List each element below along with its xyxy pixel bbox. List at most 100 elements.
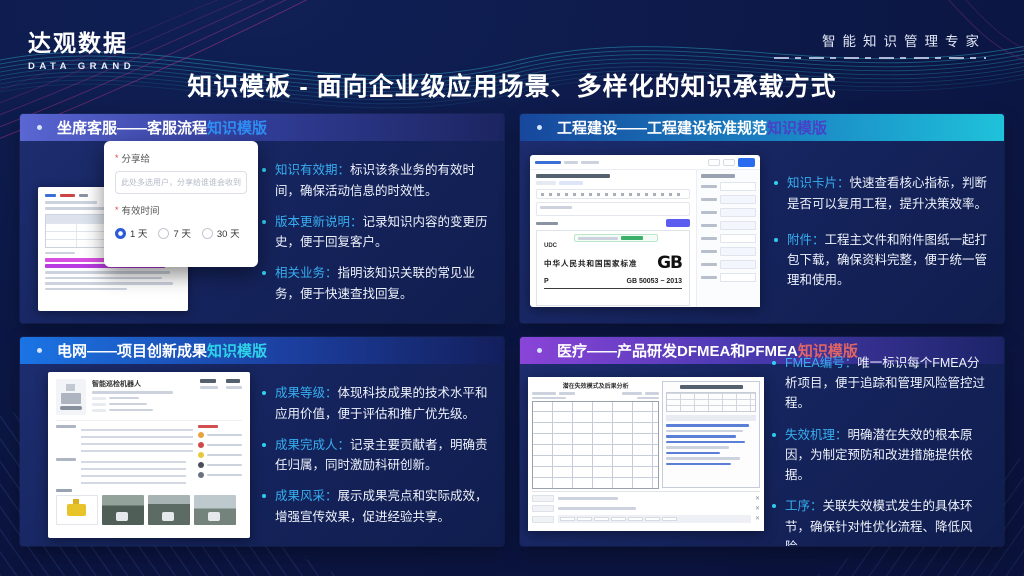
- card-medical-fmea: 医疗——产品研发DFMEA和PFMEA知识模版 潜在失效模式及后果分析: [520, 337, 1004, 546]
- bullet-item: 知识有效期：标识该条业务的有效时间，确保活动信息的时效性。: [262, 160, 490, 201]
- header-bullet-icon: [537, 125, 542, 130]
- avatar: [198, 442, 204, 448]
- bullet-dot-icon: [774, 181, 778, 185]
- bullet-dot-icon: [774, 238, 778, 242]
- header-bullet-icon: [37, 125, 42, 130]
- avatar: [198, 452, 204, 458]
- bullet-list: 知识卡片：快速查看核心指标，判断是否可以复用工程，提升决策效率。 附件：工程主文…: [770, 141, 1004, 323]
- close-icon[interactable]: ✕: [755, 516, 760, 522]
- validity-radio-group: 1 天 7 天 30 天: [115, 226, 247, 240]
- bullet-dot-icon: [772, 433, 776, 437]
- bullet-item: 版本更新说明：记录知识内容的变更历史，便于回复客户。: [262, 212, 490, 253]
- format-toolbar: [536, 189, 690, 199]
- radio-option-7days[interactable]: 7 天: [158, 226, 190, 240]
- robot-photo: [56, 379, 86, 415]
- radio-unselected-icon: [202, 228, 213, 239]
- bullet-dot-icon: [262, 494, 266, 498]
- achievement-photos: [56, 495, 242, 525]
- tagline: 智能知识管理专家: [774, 30, 986, 59]
- slide: 达观数据 DATA GRAND 智能知识管理专家 知识模板 - 面向企业级应用场…: [0, 0, 1024, 576]
- bullet-item: 相关业务：指明该知识关联的常见业务，便于快速查找回复。: [262, 263, 490, 304]
- card-title-accent: 知识模版: [767, 117, 827, 138]
- bullet-dot-icon: [262, 391, 266, 395]
- screenshot-innovation-doc: 智能巡检机器人: [20, 364, 258, 546]
- close-icon[interactable]: ✕: [755, 496, 760, 502]
- avatar: [198, 432, 204, 438]
- innovation-title: 智能巡检机器人: [92, 379, 184, 389]
- success-notification: [574, 234, 658, 242]
- bullet-item: 失效机理：明确潜在失效的根本原因，为制定预防和改进措施提供依据。: [772, 425, 990, 486]
- report-panel: [662, 381, 760, 488]
- validity-label: 有效时间: [122, 203, 160, 217]
- bullet-item: 附件：工程主文件和附件图纸一起打包下载，确保资料完整，便于统一管理和使用。: [774, 230, 990, 291]
- card-customer-service: 坐席客服——客服流程知识模版: [20, 114, 504, 323]
- card-engineering: 工程建设——工程建设标准规范知识模版: [520, 114, 1004, 323]
- form-rows: ✕ ✕ ✕: [532, 491, 760, 527]
- udc-label: UDC: [544, 243, 682, 249]
- bullet-dot-icon: [262, 271, 266, 275]
- close-icon[interactable]: ✕: [755, 506, 760, 512]
- bullet-dot-icon: [262, 220, 266, 224]
- gb-logo: GB: [657, 253, 682, 273]
- bullet-item: 知识卡片：快速查看核心指标，判断是否可以复用工程，提升决策效率。: [774, 173, 990, 214]
- screenshot-gb-standard: UDC 中华人民共和国国家标准 GB P GB 50053 − 2013: [520, 141, 770, 323]
- bullet-dot-icon: [262, 443, 266, 447]
- required-asterisk-icon: *: [115, 206, 119, 215]
- bullet-dot-icon: [772, 361, 776, 365]
- tagline-text: 智能知识管理专家: [774, 30, 986, 50]
- bullet-item: 成果风采：展示成果亮点和实际成效，增强宣传效果，促进经验共享。: [262, 486, 490, 527]
- share-label: 分享给: [122, 151, 151, 165]
- standard-title: 中华人民共和国国家标准: [544, 258, 638, 269]
- share-popup: * 分享给 * 有效时间 1 天: [104, 141, 258, 267]
- bullet-dot-icon: [262, 168, 266, 172]
- secondary-button: [708, 159, 720, 166]
- card-title: 坐席客服——客服流程: [57, 117, 207, 138]
- fmea-page-thumbnail: 潜在失效模式及后果分析: [528, 377, 764, 531]
- tagline-dashes-decoration: [774, 57, 986, 59]
- card-power-grid: 电网——项目创新成果知识模版 智能巡检机器人: [20, 337, 504, 546]
- contributors-list: [198, 425, 242, 484]
- success-badge: [621, 236, 643, 240]
- card-title: 电网——项目创新成果: [57, 340, 207, 361]
- standard-number: GB 50053 − 2013: [627, 278, 682, 285]
- radio-selected-icon: [115, 228, 126, 239]
- metadata-sidebar: [696, 170, 760, 307]
- card-engineering-header: 工程建设——工程建设标准规范知识模版: [520, 114, 1004, 141]
- parse-button[interactable]: [666, 219, 690, 227]
- card-title: 医疗——产品研发DFMEA和PFMEA: [557, 340, 798, 361]
- bullet-item: 工序：关联失效模式发生的具体环节，确保针对性优化流程、降低风险。: [772, 496, 990, 546]
- screenshot-customer-service: * 分享给 * 有效时间 1 天: [20, 141, 258, 323]
- radio-unselected-icon: [158, 228, 169, 239]
- header-bullet-icon: [37, 348, 42, 353]
- substation-photo: [148, 495, 190, 525]
- brand-logo: 达观数据 DATA GRAND: [28, 24, 135, 72]
- standard-class: P: [544, 278, 549, 285]
- card-title-accent: 知识模版: [207, 340, 267, 361]
- primary-button[interactable]: [738, 158, 755, 167]
- card-title: 工程建设——工程建设标准规范: [557, 117, 767, 138]
- substation-photo: [102, 495, 144, 525]
- share-users-input[interactable]: [115, 171, 247, 194]
- fmea-table: [532, 401, 659, 489]
- bullet-list: 知识有效期：标识该条业务的有效时间，确保活动信息的时效性。 版本更新说明：记录知…: [258, 141, 504, 323]
- innovation-page-thumbnail: 智能巡检机器人: [48, 372, 250, 538]
- header-bullet-icon: [537, 348, 542, 353]
- editor-window-thumbnail: UDC 中华人民共和国国家标准 GB P GB 50053 − 2013: [530, 155, 760, 307]
- brand-name-cn: 达观数据: [28, 24, 135, 58]
- avatar: [198, 472, 204, 478]
- substation-photo: [194, 495, 236, 525]
- card-title-accent: 知识模版: [207, 117, 267, 138]
- bullet-item: FMEA编号：唯一标识每个FMEA分析项目，便于追踪和管理风险管控过程。: [772, 353, 990, 414]
- required-asterisk-icon: *: [115, 154, 119, 163]
- page-title: 知识模板 - 面向企业级应用场景、多样化的知识承载方式: [0, 67, 1024, 103]
- cards-grid: 坐席客服——客服流程知识模版: [20, 114, 1004, 546]
- card-customer-service-header: 坐席客服——客服流程知识模版: [20, 114, 504, 141]
- radio-option-30days[interactable]: 30 天: [202, 226, 240, 240]
- bullet-item: 成果等级：体现科技成果的技术水平和应用价值，便于评估和推广优先级。: [262, 383, 490, 424]
- radio-option-1day[interactable]: 1 天: [115, 226, 147, 240]
- screenshot-fmea: 潜在失效模式及后果分析: [520, 364, 768, 546]
- bullet-list: FMEA编号：唯一标识每个FMEA分析项目，便于追踪和管理风险管控过程。 失效机…: [768, 364, 1004, 546]
- gb-standard-cover: UDC 中华人民共和国国家标准 GB P GB 50053 − 2013: [536, 230, 690, 306]
- fmea-title: 潜在失效模式及后果分析: [532, 381, 659, 390]
- bullet-item: 成果完成人：记录主要贡献者，明确责任归属，同时激励科研创新。: [262, 435, 490, 476]
